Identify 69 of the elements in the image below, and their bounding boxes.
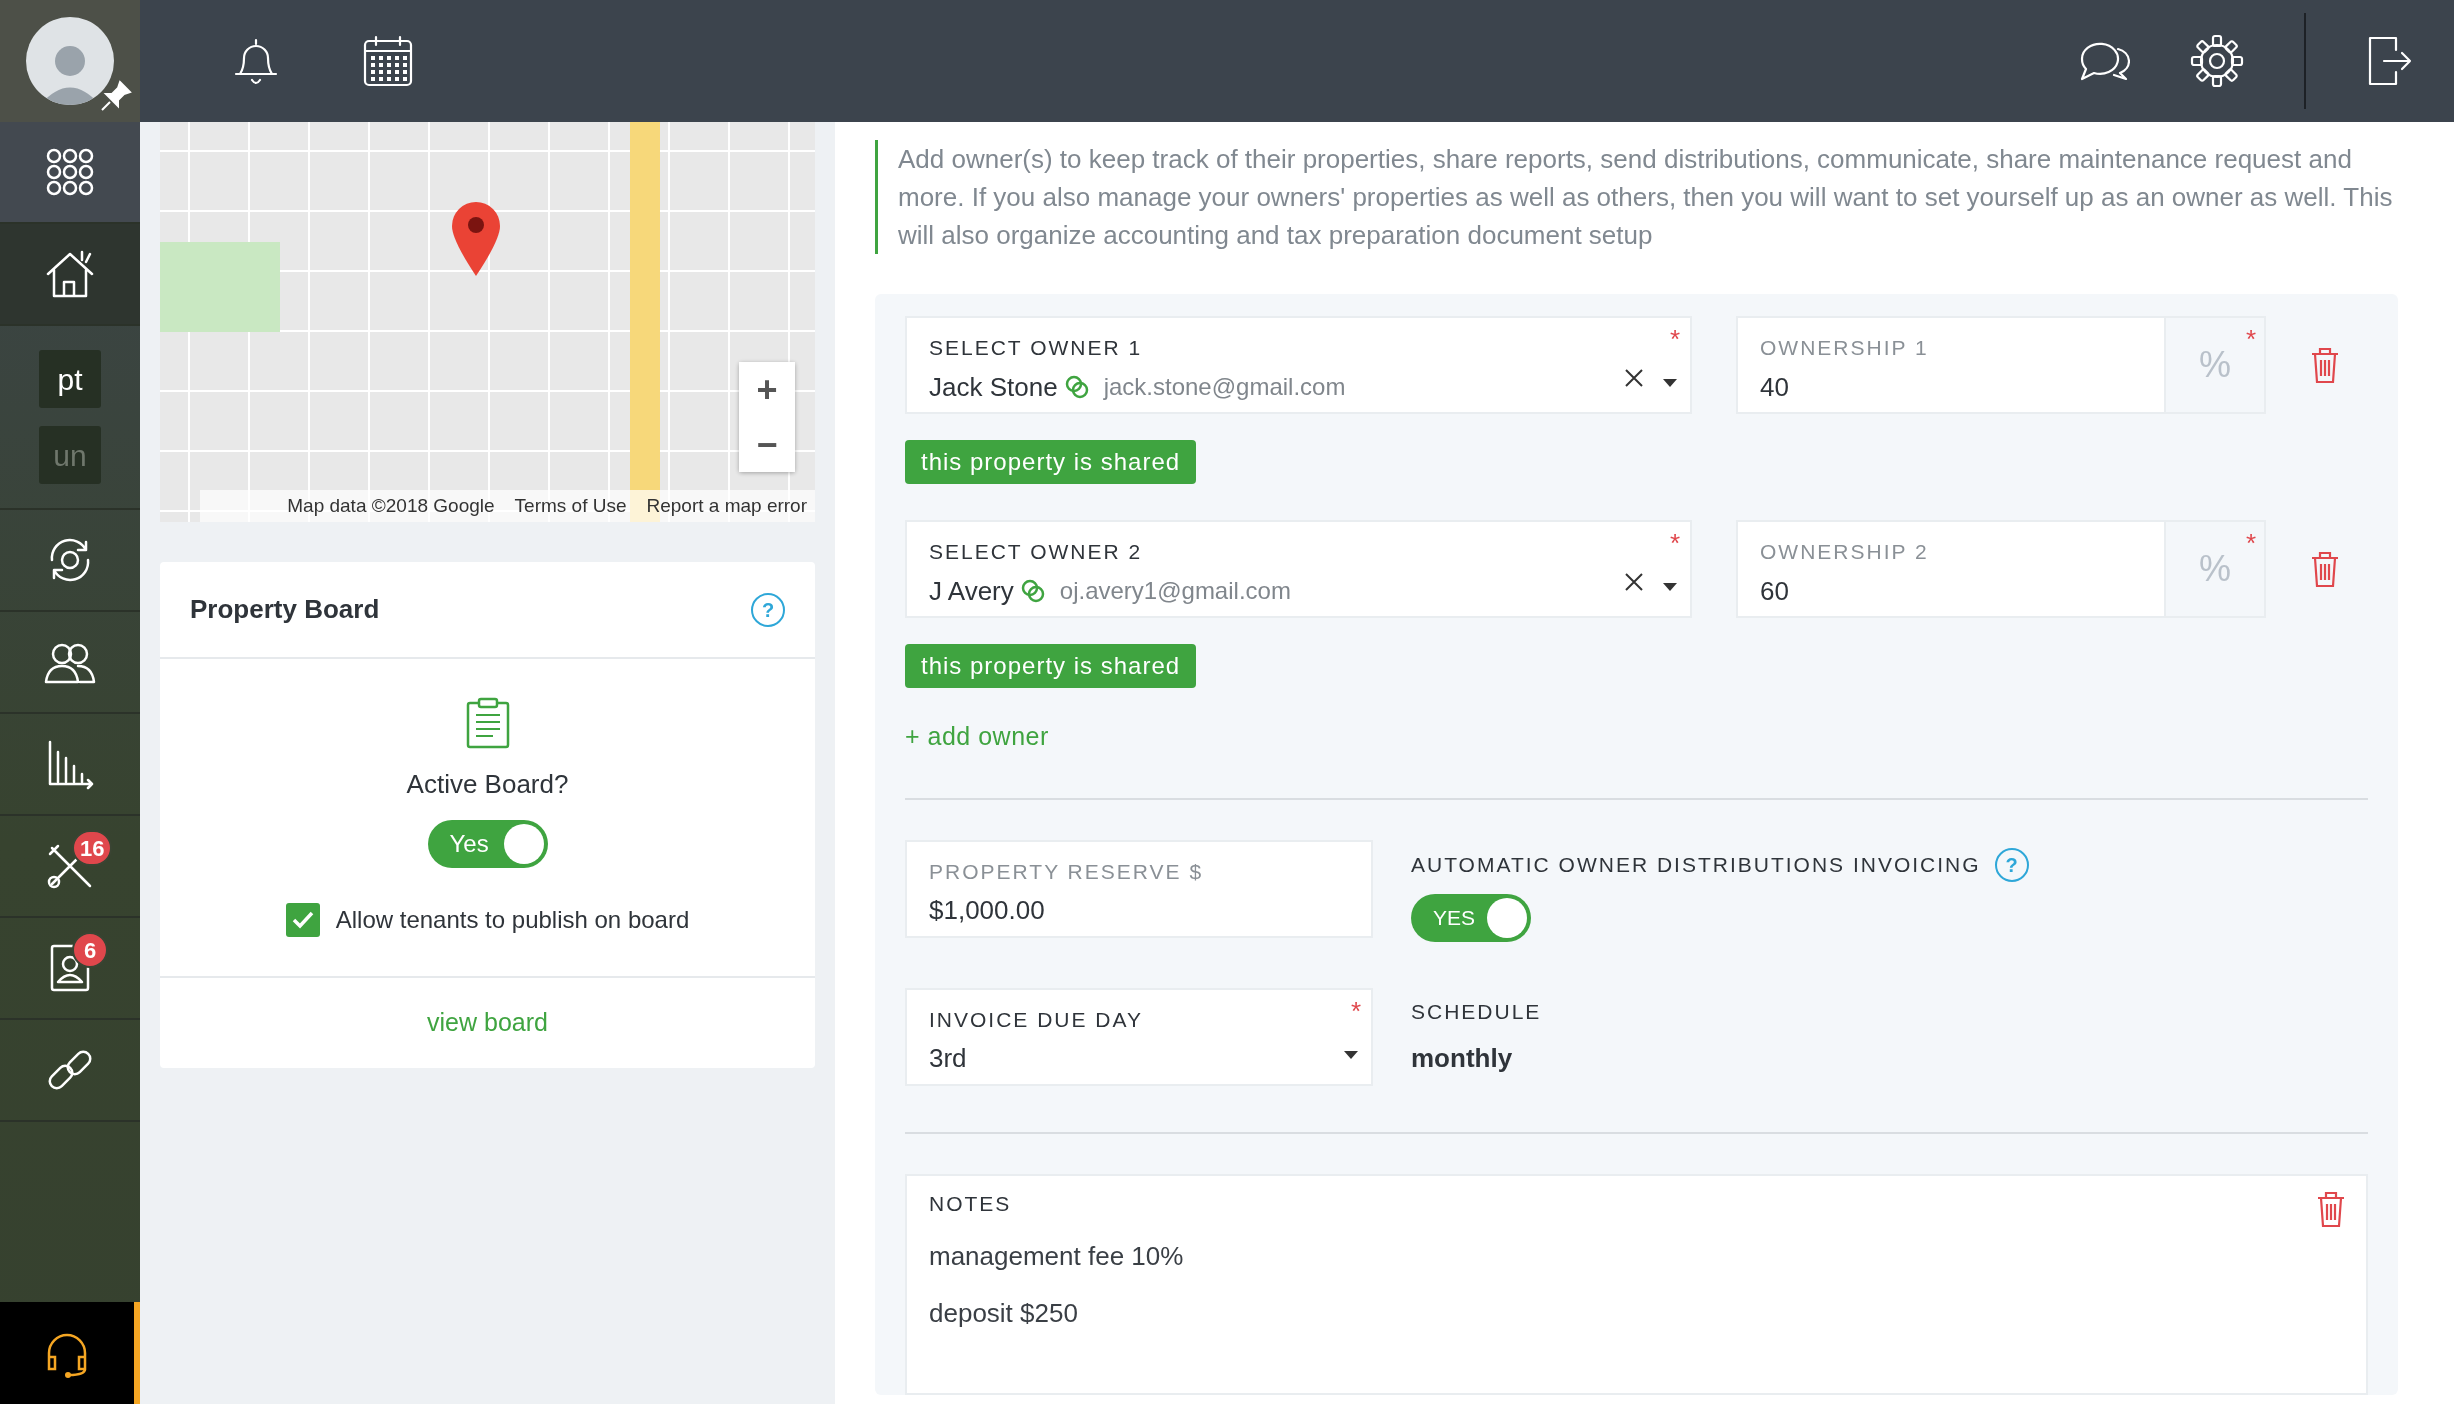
field-label: NOTES <box>929 1190 1012 1217</box>
field-label: AUTOMATIC OWNER DISTRIBUTIONS INVOICING <box>1411 851 1981 878</box>
count-badge: 16 <box>72 830 113 866</box>
notes-line: management fee 10% <box>929 1240 1184 1273</box>
card-title: Property Board <box>190 593 380 626</box>
map-attribution: Map data ©2018 Google <box>287 493 495 518</box>
notes-line: deposit $250 <box>929 1297 1078 1330</box>
field-label: SCHEDULE <box>1411 998 1542 1025</box>
field-value: 40 <box>1760 370 1790 404</box>
field-label: OWNERSHIP 1 <box>1760 335 1930 361</box>
field-label: SELECT OWNER 2 <box>929 539 1144 565</box>
field-label: OWNERSHIP 2 <box>1760 539 1930 565</box>
invoice-day-select[interactable]: INVOICE DUE DAY * 3rd <box>905 987 1373 1086</box>
owner-email: jack.stone@gmail.com <box>1103 372 1346 402</box>
caret-icon[interactable] <box>1662 378 1678 388</box>
owner-select[interactable]: SELECT OWNER 1 * Jack Stone jack.stone@gmail.com <box>905 316 1692 414</box>
owner-email: oj.avery1@gmail.com <box>1059 576 1291 606</box>
shared-badge: this property is shared <box>905 644 1197 688</box>
field-value: $1,000.00 <box>929 894 1046 927</box>
delete-icon[interactable] <box>2310 346 2340 384</box>
required-mark: * <box>1350 994 1361 1028</box>
sidebar-item[interactable] <box>0 224 140 326</box>
sidebar-item[interactable] <box>0 122 140 224</box>
reserve-field[interactable]: PROPERTY RESERVE $ $1,000.00 <box>905 839 1373 938</box>
map-link[interactable]: Terms of Use <box>514 491 627 520</box>
field-label: PROPERTY RESERVE $ <box>929 858 1205 885</box>
clear-icon[interactable] <box>1624 572 1644 592</box>
owner-name: Jack Stone <box>929 370 1058 404</box>
checkbox[interactable] <box>285 903 320 937</box>
apps-grid-icon <box>46 148 94 196</box>
house-icon <box>44 248 96 300</box>
linked-circles-icon <box>1063 374 1090 400</box>
notes-field[interactable]: NOTES management fee 10% deposit $250 <box>905 1173 2368 1395</box>
sidebar-item[interactable]: pt <box>39 350 101 408</box>
required-mark: * <box>1669 527 1680 560</box>
map-link[interactable]: Report a map error <box>646 491 807 520</box>
question-label: Active Board? <box>406 768 569 801</box>
percent-addon: % <box>2199 343 2231 387</box>
schedule-value: monthly <box>1411 1042 1514 1075</box>
caret-icon[interactable] <box>1343 1049 1359 1060</box>
ownership-field[interactable]: OWNERSHIP 1 40 % * <box>1736 316 2266 414</box>
field-value: 60 <box>1760 574 1790 608</box>
clear-icon[interactable] <box>1624 368 1644 388</box>
delete-icon[interactable] <box>2316 1189 2346 1228</box>
percent-addon: % <box>2199 547 2231 591</box>
checkmark-icon <box>290 910 315 930</box>
caret-icon[interactable] <box>1662 582 1678 592</box>
calendar-icon[interactable] <box>362 35 414 87</box>
clipboard-icon <box>464 697 511 749</box>
required-mark: * <box>1669 323 1680 356</box>
support-button[interactable] <box>0 1302 140 1404</box>
field-label: SELECT OWNER 1 <box>929 335 1144 361</box>
checkbox-label: Allow tenants to publish on board <box>335 905 690 935</box>
zoom-in-button[interactable]: + <box>739 362 795 417</box>
owner-name: J Avery <box>929 574 1014 608</box>
logout-icon[interactable] <box>2366 34 2414 88</box>
zoom-out-button[interactable]: − <box>739 417 795 472</box>
required-mark: * <box>2245 527 2256 560</box>
settings-icon[interactable] <box>2190 34 2244 88</box>
delete-icon[interactable] <box>2310 550 2340 588</box>
shared-badge: this property is shared <box>905 440 1197 484</box>
field-value: 3rd <box>929 1042 968 1075</box>
count-badge: 6 <box>72 932 108 968</box>
field-label: INVOICE DUE DAY <box>929 1006 1144 1033</box>
owner-select[interactable]: SELECT OWNER 2 * J Avery oj.avery1@gmail.com <box>905 520 1692 618</box>
required-mark: * <box>2245 323 2256 356</box>
description-text: Add owner(s) to keep track of their properties, share reports, send distributions, communicate, share maintenance request and more. If you also manage your owners' properties as well as others, then you will want to set yourself up as an owner as well. This will also organize accounting and tax preparation document setup <box>875 140 2398 254</box>
ownership-field[interactable]: OWNERSHIP 2 60 % * <box>1736 520 2266 618</box>
linked-circles-icon <box>1019 578 1046 604</box>
